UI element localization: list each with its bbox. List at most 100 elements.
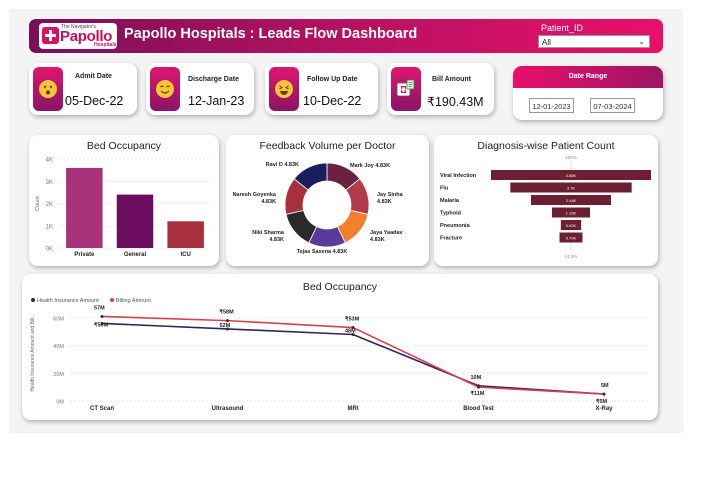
funnel-value-label: 3.7K [567,185,576,190]
series-point [477,385,480,389]
kpi-label: Bill Amount [432,76,472,83]
kpi-label: Admit Date [75,73,112,80]
funnel-value-label: 1.16K [566,210,577,215]
data-label: ₹5M [596,398,608,405]
legend-label: Health Insurance Amount [37,298,99,304]
patient-id-label: Patient_ID [541,23,584,33]
funnel-value-label: 2.44K [566,198,577,203]
kpi-value: 10-Dec-22 [303,94,362,108]
slice-label: Mark Joy 4.83K [350,163,390,169]
bed-occupancy-bar-card: Bed Occupancy 0K 1K 2K 3K 4K Count Private Gene… [29,135,219,266]
diagnosis-funnel-chart: 100% Viral Infection 4.88K Flu 3.7K Malaria 2.… [440,155,651,259]
funnel-bottom-label: 14.3% [565,254,578,259]
funnel-category-label: Malaria [440,198,460,204]
medical-cross-icon [42,27,59,44]
series-point [226,319,229,323]
series-point [602,392,606,396]
slice-label: Naresh Goyenka 4.83K [233,192,277,205]
kpi-icon-tile [391,67,421,111]
data-label: 52M [220,323,231,329]
date-range-start-input[interactable]: 12-01-2023 [529,98,574,113]
date-range-label: Date Range [513,66,663,88]
kpi-card-discharge-date: Discharge Date 12-Jan-23 [146,63,254,115]
funnel-top-label: 100% [565,155,577,160]
x-tick-label: ICU [180,252,190,258]
funnel-category-label: Fracture [440,236,462,242]
kpi-value: 12-Jan-23 [188,94,245,108]
funnel-category-label: Viral Infection [440,173,477,179]
hospital-logo: The Navigator's Papollo Hospitals [39,23,117,49]
slice-label: Jaya Yaadav 4.83K [370,230,404,243]
dashboard-header: The Navigator's Papollo Hospitals Papoll… [29,19,663,53]
patient-id-value: All [542,38,551,47]
kpi-icon-tile [269,67,299,111]
y-tick-label: 40M [53,344,64,350]
y-axis-label: Count [35,196,41,211]
y-tick-label: 60M [53,316,64,322]
hospital-bill-icon [396,79,416,104]
x-tick-label: Ultrasound [212,406,244,412]
data-label: ₹53M [345,316,360,323]
y-tick-label: 1K [46,224,53,230]
funnel-value-label: 0.70K [566,235,577,240]
funnel-category-label: Pneumonia [440,223,471,229]
kpi-card-follow-up-date: Follow Up Date 10-Dec-22 [265,63,378,115]
slice-label: Tejas Saxena 4.83K [297,249,348,255]
kpi-label: Discharge Date [188,76,239,83]
kpi-card-bill-amount: Bill Amount ₹190.43M [387,63,494,115]
bar [66,167,103,248]
funnel-value-label: 4.88K [566,173,577,178]
x-tick-label: X-Ray [595,406,613,412]
kpi-icon-tile [33,67,63,111]
kpi-value: ₹190.43M [427,95,484,109]
funnel-value-label: 0.62K [566,223,577,228]
date-range-slicer: Date Range 12-01-2023 07-03-2024 [513,66,663,120]
kpi-icon-tile [150,67,180,111]
diagnosis-funnel-card: Diagnosis-wise Patient Count 100% Viral I… [434,135,658,266]
date-range-end-input[interactable]: 07-03-2024 [590,98,635,113]
data-label: 57M [94,305,105,311]
patient-id-dropdown[interactable]: All ⌄ [538,35,650,48]
x-tick-label: General [124,252,147,258]
dizzy-face-icon [39,80,57,98]
y-tick-label: 0K [46,247,53,253]
funnel-category-label: Flu [440,186,448,192]
feedback-donut-chart: Mark Joy 4.83K Jay Sinha 4.83K Jaya Yaadav 4… [233,162,404,255]
data-label: 5M [601,383,609,389]
kpi-card-admit-date: Admit Date 05-Dec-22 [29,63,137,115]
feedback-volume-card: Feedback Volume per Doctor Mark Joy 4.83… [226,135,429,266]
legend-marker [31,298,35,302]
data-label: ₹56M [94,321,109,328]
kpi-value: 05-Dec-22 [65,94,124,108]
amount-line-chart: 0M 20M 40M 60M Health Insurance Amount and B… [30,298,650,412]
chevron-down-icon: ⌄ [638,37,645,46]
data-label: ₹58M [220,309,235,316]
x-tick-label: Blood Test [463,406,494,412]
data-label: 10M [471,375,482,381]
x-tick-label: Private [74,252,95,258]
kpi-label: Follow Up Date [307,76,358,83]
data-label: 48M [345,328,356,334]
slice-label: Jay Sinha 4.83K [377,192,404,205]
y-axis-label: Health Insurance Amount and Bill... [30,313,36,391]
bar [116,194,154,248]
data-label: ₹11M [471,390,485,397]
y-tick-label: 3K [46,180,53,186]
bed-occupancy-bar-chart: 0K 1K 2K 3K 4K Count Private General ICU [35,158,211,258]
laughing-face-icon [275,80,293,98]
y-tick-label: 4K [46,158,53,164]
slice-label: Ravi D 4.83K [266,162,299,168]
amount-line-card: Bed Occupancy 0M 20M 40M 60M Health Insuranc… [22,274,658,420]
x-tick-label: MRI [348,406,359,412]
smiling-face-icon [156,80,174,98]
page-title: Papollo Hospitals : Leads Flow Dashboard [124,26,418,42]
legend-marker [110,298,114,302]
funnel-category-label: Typhoid [440,211,461,217]
legend-label: Billing Amount [116,298,151,304]
bar [167,221,204,248]
series-point [100,314,104,318]
y-tick-label: 20M [53,372,64,378]
logo-subtitle: Hospitals [94,42,117,48]
slice-label: Niki Sharma 4.83K [252,230,285,243]
x-tick-label: CT Scan [90,406,114,412]
